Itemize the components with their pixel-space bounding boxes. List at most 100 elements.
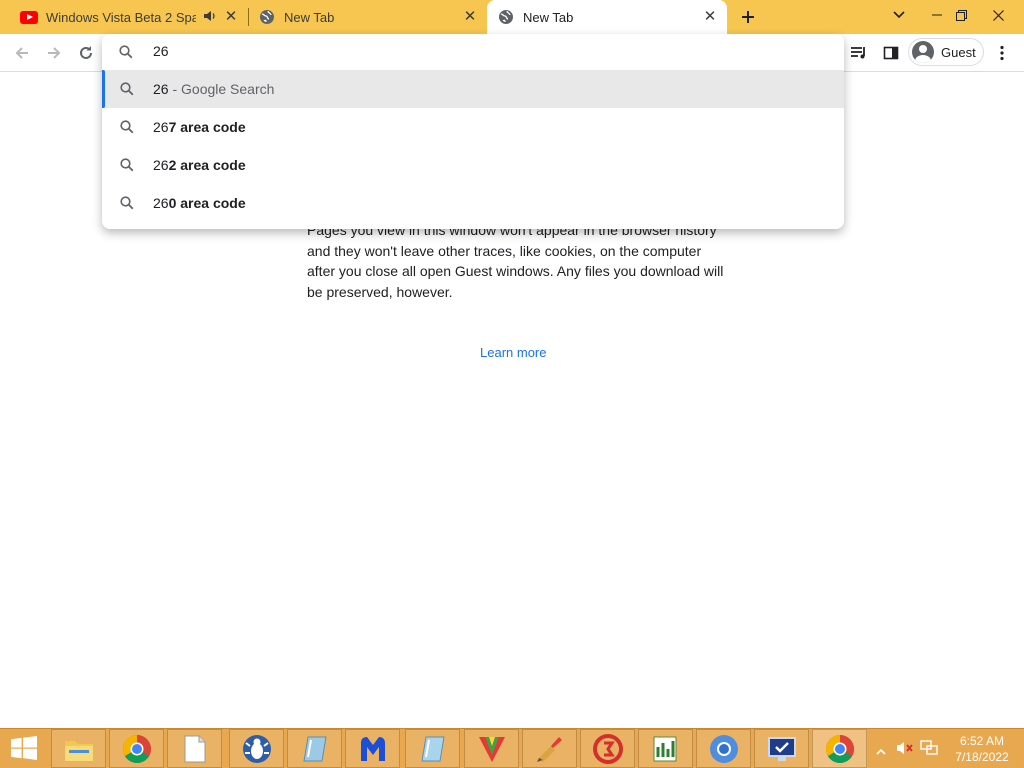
start-button[interactable] bbox=[6, 733, 42, 763]
close-tab-icon[interactable]: ✕ bbox=[461, 8, 479, 26]
taskbar-glass-app-2[interactable] bbox=[405, 729, 460, 768]
taskbar-monitor-app[interactable] bbox=[754, 729, 809, 768]
suggestion-typed: 26 bbox=[153, 157, 169, 173]
suggestion-item[interactable]: 262 area code bbox=[102, 146, 844, 184]
taskbar-chrome-active[interactable] bbox=[812, 729, 867, 768]
search-icon bbox=[120, 82, 134, 96]
suggestion-text: 262 area code bbox=[153, 157, 246, 173]
suggestion-typed: 26 bbox=[153, 119, 169, 135]
clock-time: 6:52 AM bbox=[959, 734, 1005, 748]
close-tab-icon[interactable]: ✕ bbox=[222, 8, 240, 26]
monitor-app-icon bbox=[767, 736, 796, 761]
colorful-app-icon bbox=[478, 736, 505, 762]
taskbar-chrome[interactable] bbox=[109, 729, 164, 768]
taskbar-chart-app[interactable] bbox=[638, 729, 693, 768]
taskbar-colorful-app[interactable] bbox=[464, 729, 519, 768]
suggestion-completion: 0 area code bbox=[168, 195, 246, 211]
plus-icon bbox=[742, 11, 754, 23]
suggestion-item[interactable]: 267 area code bbox=[102, 108, 844, 146]
tab-title: Windows Vista Beta 2 Sparta bbox=[46, 9, 196, 25]
selection-indicator bbox=[102, 70, 105, 108]
globe-icon bbox=[260, 10, 274, 24]
chrome-icon bbox=[122, 734, 151, 763]
search-icon bbox=[120, 196, 134, 210]
glass-app-icon-2 bbox=[420, 736, 445, 761]
green-chart-app-icon bbox=[653, 736, 676, 761]
chevron-up-icon bbox=[876, 748, 886, 755]
suggestion-google-search[interactable]: 26 - Google Search bbox=[102, 70, 844, 108]
guest-description: Pages you view in this window won't appe… bbox=[307, 220, 727, 302]
back-button[interactable] bbox=[9, 40, 35, 66]
taskbar-chromium[interactable] bbox=[696, 729, 751, 768]
suggestion-completion: 7 area code bbox=[168, 119, 246, 135]
more-vert-icon bbox=[1000, 45, 1004, 61]
ccleaner-icon bbox=[536, 736, 562, 762]
body-line: and they won't leave other traces, like … bbox=[307, 242, 702, 259]
tab-new-tab-1[interactable]: New Tab ✕ bbox=[249, 0, 487, 34]
clock-date: 7/18/2022 bbox=[955, 750, 1009, 764]
side-panel-icon bbox=[883, 46, 899, 60]
tab-youtube[interactable]: Windows Vista Beta 2 Sparta ✕ bbox=[0, 0, 248, 34]
avatar-icon bbox=[912, 41, 934, 63]
audio-playing-icon[interactable] bbox=[203, 9, 217, 26]
close-tab-icon[interactable]: ✕ bbox=[701, 8, 719, 26]
glass-app-icon bbox=[302, 736, 327, 761]
network-button[interactable] bbox=[920, 740, 938, 761]
windows-logo-icon bbox=[11, 736, 37, 760]
tab-search-button[interactable] bbox=[885, 0, 913, 30]
queue-music-icon bbox=[851, 47, 865, 59]
minimize-icon bbox=[932, 14, 942, 16]
globe-icon bbox=[499, 10, 513, 24]
body-line: after you close all open Guest windows. … bbox=[307, 263, 724, 279]
arrow-right-icon bbox=[48, 47, 61, 59]
media-controls-button[interactable] bbox=[846, 40, 872, 66]
learn-more-link[interactable]: Learn more bbox=[480, 345, 546, 360]
suggestion-item[interactable]: 260 area code bbox=[102, 184, 844, 222]
youtube-icon bbox=[20, 10, 38, 24]
taskbar-bug-app[interactable] bbox=[229, 729, 284, 768]
chrome-active-icon bbox=[825, 734, 854, 763]
taskbar-malwarebytes[interactable] bbox=[345, 729, 400, 768]
suggestion-text: 260 area code bbox=[153, 195, 246, 211]
chevron-down-icon bbox=[893, 11, 905, 19]
suggestion-suffix: - Google Search bbox=[168, 81, 275, 97]
suggestion-completion: 2 area code bbox=[168, 157, 246, 173]
search-icon bbox=[120, 120, 134, 134]
taskbar-clock[interactable]: 6:52 AM 7/18/2022 bbox=[948, 733, 1016, 765]
network-icon bbox=[920, 740, 938, 755]
taskbar-ccleaner[interactable] bbox=[522, 729, 577, 768]
search-icon bbox=[120, 158, 134, 172]
taskbar-notepad[interactable] bbox=[167, 729, 222, 768]
arrow-left-icon bbox=[15, 47, 28, 59]
close-icon bbox=[992, 9, 1004, 21]
chromium-icon bbox=[709, 734, 738, 763]
tab-new-tab-active[interactable]: New Tab ✕ bbox=[487, 0, 727, 34]
show-hidden-icons-button[interactable] bbox=[876, 743, 886, 761]
new-tab-button[interactable] bbox=[734, 0, 762, 34]
reload-button[interactable] bbox=[73, 40, 99, 66]
suggestion-text: 267 area code bbox=[153, 119, 246, 135]
menu-button[interactable] bbox=[989, 40, 1015, 66]
suggestion-typed: 26 bbox=[153, 195, 169, 211]
profile-label: Guest bbox=[941, 44, 976, 60]
restore-button[interactable] bbox=[946, 0, 976, 30]
reload-icon bbox=[80, 46, 92, 59]
taskbar-file-explorer[interactable] bbox=[51, 729, 106, 768]
close-window-button[interactable] bbox=[982, 0, 1014, 30]
omnibox-search-icon bbox=[118, 44, 134, 65]
file-explorer-icon bbox=[64, 740, 93, 761]
taskbar-red-circle-app[interactable] bbox=[580, 729, 635, 768]
profile-button[interactable]: Guest bbox=[908, 38, 984, 66]
body-line: be preserved, however. bbox=[307, 283, 453, 300]
restore-icon bbox=[955, 9, 967, 21]
tab-title: New Tab bbox=[523, 9, 574, 25]
suggestion-typed: 26 bbox=[153, 81, 169, 97]
speaker-muted-icon bbox=[897, 742, 913, 754]
side-panel-button[interactable] bbox=[878, 40, 904, 66]
notepad-icon bbox=[184, 735, 205, 762]
volume-button[interactable] bbox=[896, 740, 914, 761]
malwarebytes-icon bbox=[360, 736, 385, 761]
taskbar-glass-app[interactable] bbox=[287, 729, 342, 768]
omnibox-input[interactable]: 26 bbox=[153, 43, 169, 59]
forward-button[interactable] bbox=[41, 40, 67, 66]
